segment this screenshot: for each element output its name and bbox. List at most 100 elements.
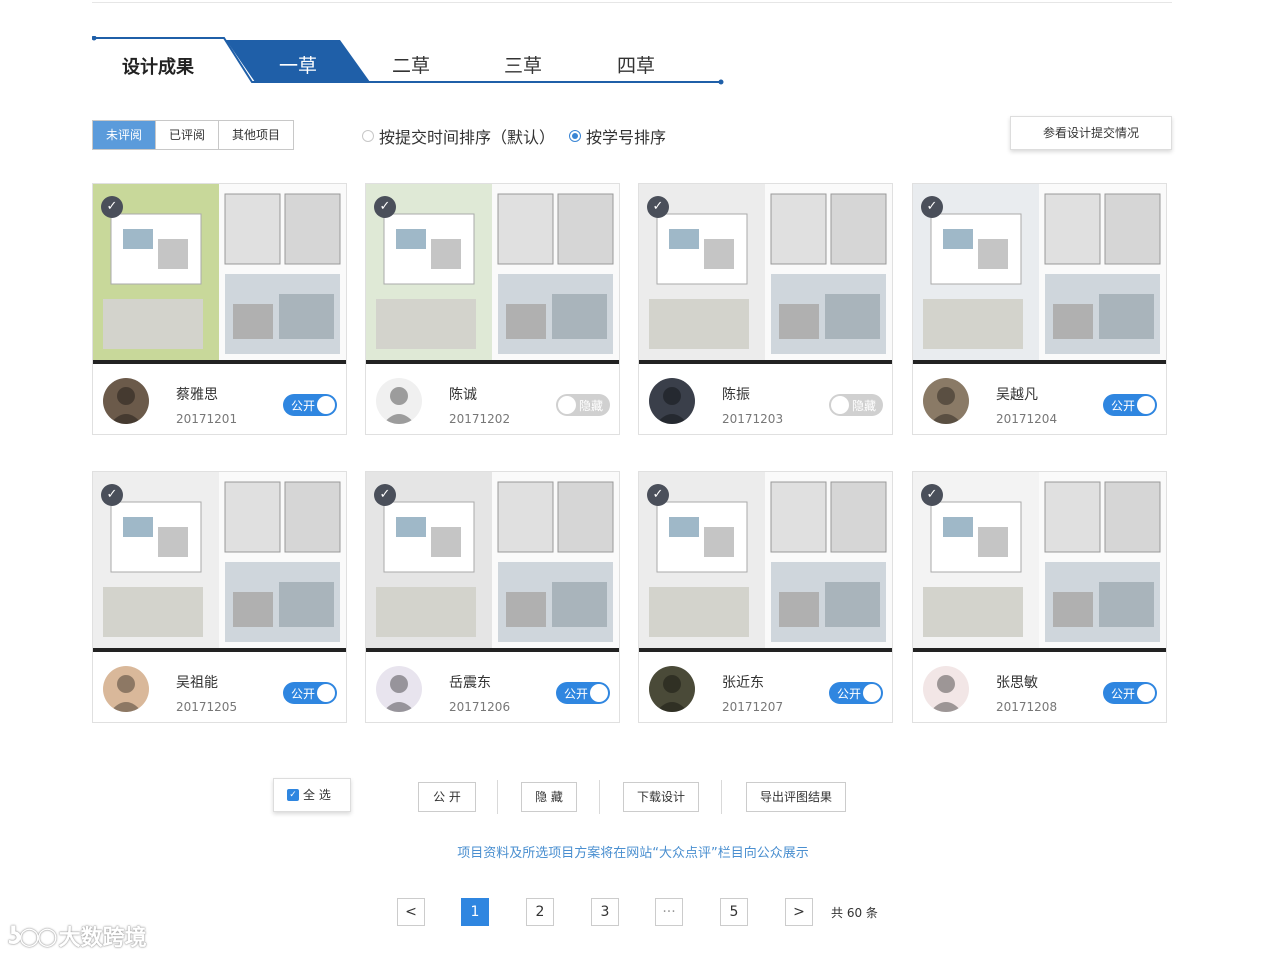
checkmark-icon[interactable]: ✓ [647, 196, 669, 218]
tab-draft-4[interactable]: 四草 [617, 51, 655, 78]
filter-other-projects[interactable]: 其他项目 [219, 121, 294, 149]
design-board-image [639, 472, 892, 652]
project-card[interactable]: ✓ 吴祖能 20171205 公开 [92, 471, 347, 723]
prev-page-button[interactable]: < [397, 898, 425, 926]
page-3[interactable]: 3 [591, 898, 619, 926]
visibility-toggle[interactable]: 公开 [283, 682, 337, 704]
sort-by-time-label: 按提交时间排序（默认） [379, 128, 556, 147]
visibility-toggle[interactable]: 公开 [556, 682, 610, 704]
visibility-toggle-label: 公开 [291, 687, 316, 701]
toggle-knob [1137, 396, 1155, 414]
student-id: 20171208 [996, 700, 1058, 714]
project-card[interactable]: ✓ 吴越凡 20171204 公开 [912, 183, 1167, 435]
design-board-image [913, 472, 1166, 652]
design-thumbnail[interactable]: ✓ [93, 184, 346, 364]
project-card[interactable]: ✓ 张思敏 20171208 公开 [912, 471, 1167, 723]
visibility-toggle[interactable]: 公开 [283, 394, 337, 416]
design-thumbnail[interactable]: ✓ [639, 472, 892, 652]
avatar [376, 378, 422, 424]
visibility-toggle[interactable]: 公开 [1103, 394, 1157, 416]
download-design-button[interactable]: 下载设计 [623, 782, 699, 812]
checkbox-checked-icon[interactable]: ✓ [287, 789, 299, 801]
tab-draft-3[interactable]: 三草 [504, 51, 542, 78]
tab-draft-2[interactable]: 二草 [392, 51, 430, 78]
visibility-toggle[interactable]: 隐藏 [829, 394, 883, 416]
visibility-toggle-label: 隐藏 [578, 399, 603, 413]
person-icon [383, 387, 415, 424]
filter-reviewed[interactable]: 已评阅 [156, 121, 220, 149]
checkmark-icon[interactable]: ✓ [374, 484, 396, 506]
design-board-image [366, 184, 619, 364]
export-results-button[interactable]: 导出评图结果 [746, 782, 846, 812]
person-icon [110, 675, 142, 712]
page-5[interactable]: 5 [720, 898, 748, 926]
project-card[interactable]: ✓ 陈诚 20171202 隐藏 [365, 183, 620, 435]
radio-id[interactable] [569, 130, 582, 142]
checkmark-icon[interactable]: ✓ [374, 196, 396, 218]
page-1[interactable]: 1 [461, 898, 489, 926]
visibility-toggle[interactable]: 公开 [1103, 682, 1157, 704]
avatar [923, 378, 969, 424]
tab-draft-1[interactable]: 一草 [279, 51, 317, 78]
watermark: ʖ○○ 大数跨境 [8, 920, 147, 952]
design-board-image [93, 184, 346, 364]
action-divider [497, 780, 498, 814]
visibility-toggle-label: 隐藏 [851, 399, 876, 413]
checkmark-icon[interactable]: ✓ [921, 484, 943, 506]
student-id: 20171203 [722, 412, 784, 426]
stage-tabs: 设计成果 一草 二草 三草 四草 [92, 36, 724, 86]
checkmark-icon[interactable]: ✓ [921, 196, 943, 218]
person-icon [656, 675, 688, 712]
radio-time[interactable] [362, 130, 374, 142]
checkmark-icon[interactable]: ✓ [101, 484, 123, 506]
hide-button[interactable]: 隐 藏 [521, 782, 577, 812]
view-submission-button[interactable]: 参看设计提交情况 [1010, 116, 1172, 150]
action-divider [721, 780, 722, 814]
checkmark-icon[interactable]: ✓ [101, 196, 123, 218]
design-board-image [366, 472, 619, 652]
toggle-knob [863, 684, 881, 702]
person-icon [930, 675, 962, 712]
project-card[interactable]: ✓ 陈振 20171203 隐藏 [638, 183, 893, 435]
person-icon [930, 387, 962, 424]
person-icon [383, 675, 415, 712]
design-thumbnail[interactable]: ✓ [639, 184, 892, 364]
sort-by-id[interactable]: 按学号排序 [569, 124, 666, 148]
visibility-toggle-label: 公开 [1111, 687, 1136, 701]
student-id: 20171206 [449, 700, 511, 714]
avatar [649, 378, 695, 424]
design-thumbnail[interactable]: ✓ [366, 472, 619, 652]
toggle-knob [317, 684, 335, 702]
watermark-text: 大数跨境 [58, 926, 147, 951]
action-divider [599, 780, 600, 814]
top-divider [92, 2, 1172, 3]
make-public-button[interactable]: 公 开 [418, 782, 476, 812]
visibility-toggle-label: 公开 [1111, 399, 1136, 413]
design-thumbnail[interactable]: ✓ [366, 184, 619, 364]
student-id: 20171204 [996, 412, 1058, 426]
student-id: 20171202 [449, 412, 511, 426]
design-thumbnail[interactable]: ✓ [93, 472, 346, 652]
design-thumbnail[interactable]: ✓ [913, 472, 1166, 652]
project-card[interactable]: ✓ 蔡雅思 20171201 公开 [92, 183, 347, 435]
person-icon [656, 387, 688, 424]
checkmark-icon[interactable]: ✓ [647, 484, 669, 506]
visibility-toggle[interactable]: 公开 [829, 682, 883, 704]
select-all-button[interactable]: ✓ 全 选 [273, 778, 351, 812]
total-count: 共 60 条 [831, 906, 878, 920]
visibility-toggle[interactable]: 隐藏 [556, 394, 610, 416]
avatar [103, 378, 149, 424]
select-all-label: 全 选 [303, 787, 331, 802]
student-name: 张近东 [722, 675, 764, 691]
design-thumbnail[interactable]: ✓ [913, 184, 1166, 364]
page-2[interactable]: 2 [526, 898, 554, 926]
next-page-button[interactable]: > [785, 898, 813, 926]
sort-by-time[interactable]: 按提交时间排序（默认） [362, 124, 555, 148]
project-card[interactable]: ✓ 张近东 20171207 公开 [638, 471, 893, 723]
filter-unreviewed[interactable]: 未评阅 [93, 121, 157, 149]
project-card[interactable]: ✓ 岳震东 20171206 公开 [365, 471, 620, 723]
toggle-knob [317, 396, 335, 414]
student-name: 岳震东 [449, 675, 491, 691]
page-ellipsis[interactable]: ··· [655, 898, 683, 926]
student-name: 吴祖能 [176, 675, 218, 691]
